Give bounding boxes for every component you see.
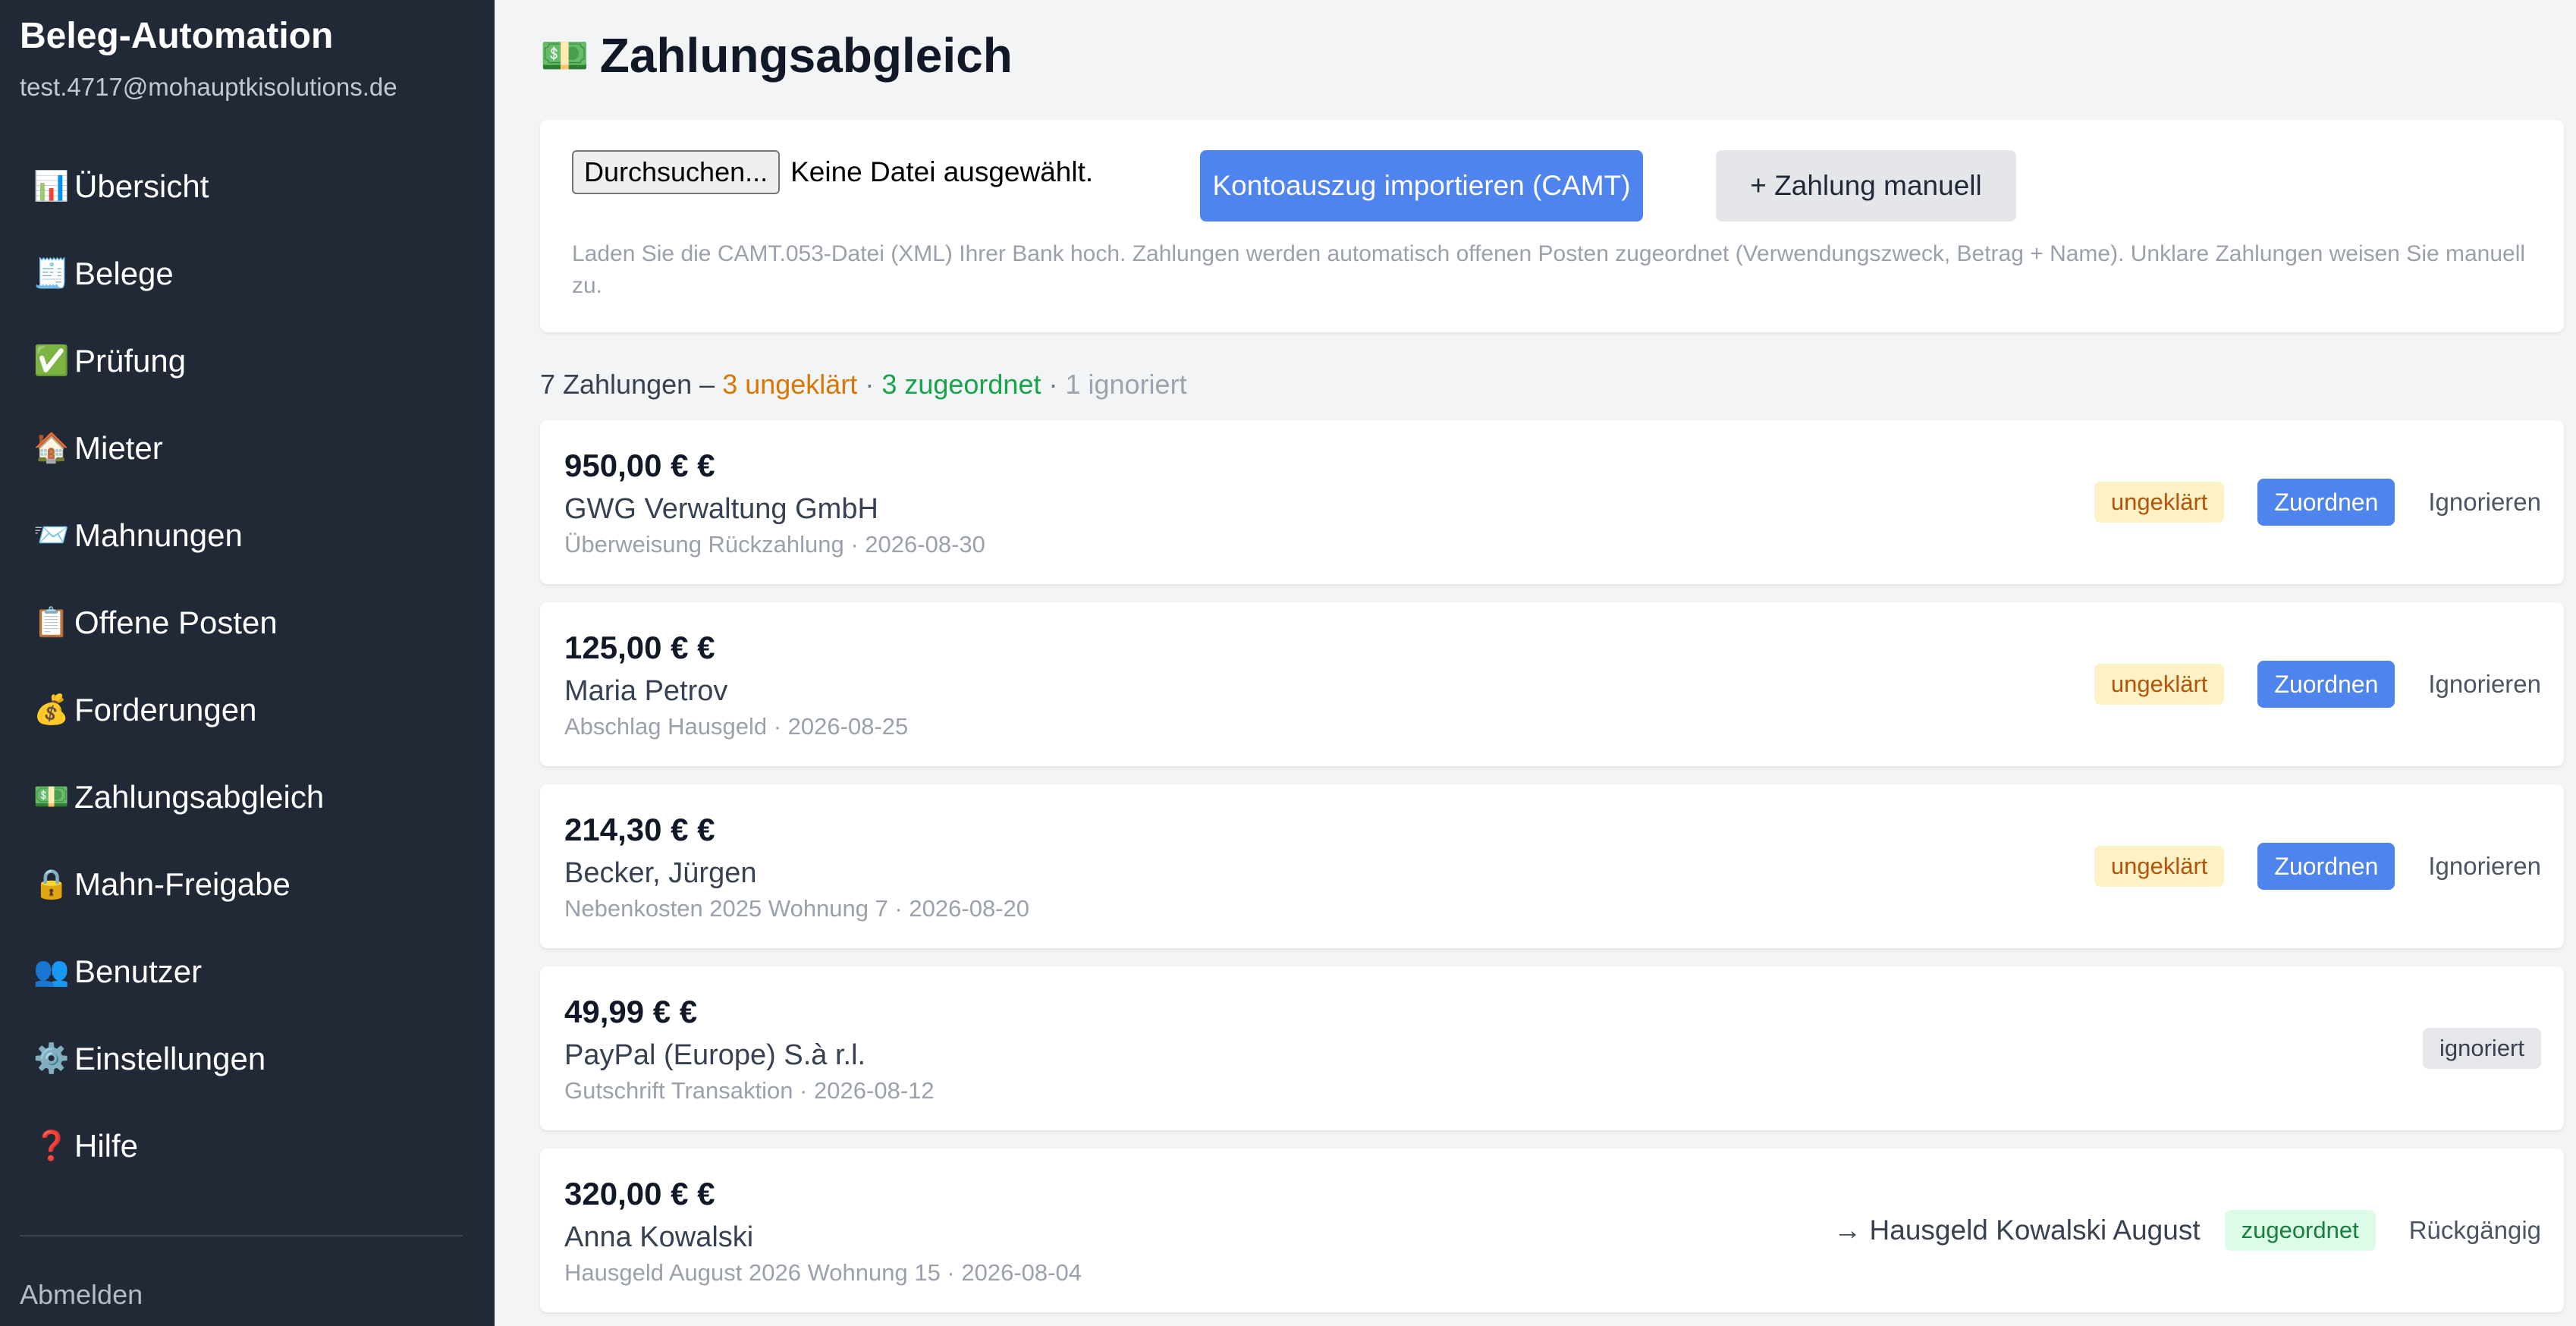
assign-button[interactable]: Zuordnen — [2257, 843, 2395, 890]
house-icon: 🏠 — [33, 431, 70, 464]
sidebar-divider — [20, 1235, 463, 1236]
main-content: 💵 Zahlungsabgleich Durchsuchen... Keine … — [495, 0, 2576, 1326]
sidebar-nav: 📊 Übersicht 🧾 Belege ✅ Prüfung 🏠 Mieter … — [0, 143, 495, 1189]
sidebar-item-offene-posten[interactable]: 📋 Offene Posten — [0, 579, 495, 666]
sidebar-item-label: Belege — [74, 255, 174, 291]
envelope-icon: 📨 — [33, 518, 70, 551]
payment-actions: ungeklärt Zuordnen Ignorieren — [2094, 602, 2541, 766]
sidebar-item-uebersicht[interactable]: 📊 Übersicht — [0, 143, 495, 230]
payment-amount: 214,30 € € — [564, 812, 715, 847]
sidebar-item-label: Forderungen — [74, 691, 257, 727]
payment-detail: Abschlag Hausgeld · 2026-08-25 — [564, 713, 909, 740]
payment-amount: 320,00 € € — [564, 1176, 715, 1211]
payment-detail: Hausgeld August 2026 Wohnung 15 · 2026-0… — [564, 1259, 1082, 1286]
undo-button[interactable]: Rückgängig — [2409, 1216, 2541, 1245]
summary-separator: · — [1041, 369, 1066, 400]
user-email: test.4717@mohauptkisolutions.de — [20, 73, 397, 101]
summary-assigned: 3 zugeordnet — [881, 369, 1041, 400]
banknote-icon: 💵 — [33, 780, 70, 813]
ignore-button[interactable]: Ignorieren — [2428, 488, 2541, 517]
payment-payer: Anna Kowalski — [564, 1221, 754, 1253]
import-help-text: Laden Sie die CAMT.053-Datei (XML) Ihrer… — [572, 241, 2526, 298]
sidebar-item-mahn-freigabe[interactable]: 🔒 Mahn-Freigabe — [0, 841, 495, 928]
payment-actions: ungeklärt Zuordnen Ignorieren — [2094, 784, 2541, 948]
users-icon: 👥 — [33, 954, 70, 988]
receipt-icon: 🧾 — [33, 256, 70, 290]
payment-payer: PayPal (Europe) S.à r.l. — [564, 1039, 866, 1071]
payment-amount: 49,99 € € — [564, 994, 698, 1029]
sidebar: Beleg-Automation test.4717@mohauptkisolu… — [0, 0, 495, 1326]
lock-icon: 🔒 — [33, 867, 70, 900]
sidebar-item-hilfe[interactable]: ❓ Hilfe — [0, 1102, 495, 1189]
file-status: Keine Datei ausgewählt. — [790, 156, 1094, 187]
page-title: 💵 Zahlungsabgleich — [540, 27, 1013, 83]
import-camt-button[interactable]: Kontoauszug importieren (CAMT) — [1200, 150, 1643, 222]
sidebar-item-label: Benutzer — [74, 953, 203, 989]
add-payment-button[interactable]: + Zahlung manuell — [1716, 150, 2016, 222]
sidebar-item-label: Einstellungen — [74, 1040, 266, 1076]
assigned-target: → Hausgeld Kowalski August — [1833, 1214, 2201, 1246]
payment-amount: 125,00 € € — [564, 630, 715, 665]
sidebar-item-belege[interactable]: 🧾 Belege — [0, 230, 495, 317]
chart-icon: 📊 — [33, 169, 70, 203]
check-icon: ✅ — [33, 344, 70, 377]
assign-button[interactable]: Zuordnen — [2257, 479, 2395, 526]
status-badge: ungeklärt — [2094, 664, 2225, 705]
payment-row: 214,30 € € Becker, Jürgen Nebenkosten 20… — [540, 784, 2564, 948]
gear-icon: ⚙️ — [33, 1042, 70, 1075]
status-badge: ignoriert — [2423, 1028, 2541, 1069]
ignore-button[interactable]: Ignorieren — [2428, 852, 2541, 881]
payment-summary: 7 Zahlungen – 3 ungeklärt · 3 zugeordnet… — [540, 369, 1187, 401]
sidebar-item-label: Prüfung — [74, 342, 187, 379]
clipboard-icon: 📋 — [33, 605, 70, 639]
sidebar-item-label: Mieter — [74, 429, 163, 466]
app-title: Beleg-Automation — [20, 16, 334, 56]
sidebar-item-label: Offene Posten — [74, 604, 278, 640]
payment-actions: → Hausgeld Kowalski August zugeordnet Rü… — [1833, 1148, 2541, 1312]
status-badge: ungeklärt — [2094, 846, 2225, 887]
sidebar-item-forderungen[interactable]: 💰 Forderungen — [0, 666, 495, 753]
summary-unclear: 3 ungeklärt — [722, 369, 858, 400]
payment-detail: Überweisung Rückzahlung · 2026-08-30 — [564, 531, 985, 558]
payment-payer: Becker, Jürgen — [564, 857, 757, 889]
question-icon: ❓ — [33, 1129, 70, 1162]
sidebar-item-mahnungen[interactable]: 📨 Mahnungen — [0, 492, 495, 579]
assign-button[interactable]: Zuordnen — [2257, 661, 2395, 708]
payment-detail: Nebenkosten 2025 Wohnung 7 · 2026-08-20 — [564, 895, 1029, 922]
payment-row: 49,99 € € PayPal (Europe) S.à r.l. Gutsc… — [540, 966, 2564, 1130]
payment-actions: ungeklärt Zuordnen Ignorieren — [2094, 420, 2541, 584]
status-badge: zugeordnet — [2224, 1210, 2376, 1251]
payment-row: 320,00 € € Anna Kowalski Hausgeld August… — [540, 1148, 2564, 1312]
sidebar-item-pruefung[interactable]: ✅ Prüfung — [0, 317, 495, 404]
import-card: Durchsuchen... Keine Datei ausgewählt. K… — [540, 120, 2564, 332]
sidebar-item-zahlungsabgleich[interactable]: 💵 Zahlungsabgleich — [0, 753, 495, 841]
sidebar-item-label: Übersicht — [74, 168, 209, 204]
page-title-text: Zahlungsabgleich — [599, 28, 1013, 83]
payment-detail: Gutschrift Transaktion · 2026-08-12 — [564, 1077, 935, 1104]
sidebar-item-benutzer[interactable]: 👥 Benutzer — [0, 928, 495, 1015]
sidebar-item-einstellungen[interactable]: ⚙️ Einstellungen — [0, 1015, 495, 1102]
summary-separator: · — [857, 369, 882, 400]
payment-payer: GWG Verwaltung GmbH — [564, 493, 878, 525]
sidebar-item-label: Mahnungen — [74, 517, 243, 553]
payment-row: 950,00 € € GWG Verwaltung GmbH Überweisu… — [540, 420, 2564, 584]
payment-amount: 950,00 € € — [564, 448, 715, 483]
sidebar-item-mieter[interactable]: 🏠 Mieter — [0, 404, 495, 492]
status-badge: ungeklärt — [2094, 482, 2225, 523]
sidebar-item-label: Hilfe — [74, 1127, 139, 1164]
summary-ignored: 1 ignoriert — [1065, 369, 1187, 400]
payment-row: 125,00 € € Maria Petrov Abschlag Hausgel… — [540, 602, 2564, 766]
payment-payer: Maria Petrov — [564, 675, 728, 707]
payment-actions: ignoriert — [2423, 966, 2541, 1130]
banknote-icon: 💵 — [540, 33, 589, 79]
sidebar-item-label: Zahlungsabgleich — [74, 778, 325, 815]
sidebar-item-label: Mahn-Freigabe — [74, 866, 291, 902]
summary-total: 7 Zahlungen – — [540, 369, 723, 400]
logout-link[interactable]: Abmelden — [20, 1279, 143, 1311]
money-bag-icon: 💰 — [33, 693, 70, 726]
file-input: Durchsuchen... Keine Datei ausgewählt. — [572, 150, 1093, 194]
ignore-button[interactable]: Ignorieren — [2428, 670, 2541, 699]
file-browse-button[interactable]: Durchsuchen... — [572, 150, 781, 194]
